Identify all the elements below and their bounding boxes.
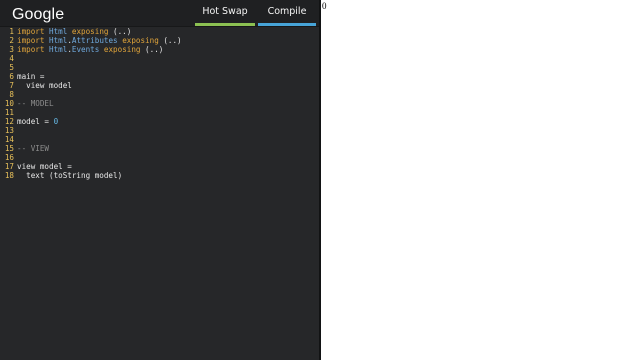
code-line[interactable]: 2 import Html.Attributes exposing (..) (0, 36, 319, 45)
line-number: 8 (9, 90, 14, 99)
code-token: 0 (53, 117, 59, 126)
code-token: main = (17, 72, 45, 81)
code-token: (..) (158, 36, 182, 45)
line-number: 1 (9, 27, 14, 36)
line-number: 7 (9, 81, 14, 90)
app-root: Google Hot Swap Compile 1 import Html exp… (0, 0, 640, 360)
code-line[interactable]: 12 model = 0 (0, 117, 319, 126)
code-token: view model (17, 81, 72, 90)
code-line[interactable]: 18 text (toString model) (0, 171, 319, 180)
code-token: exposing (71, 27, 109, 36)
line-number: 16 (4, 153, 14, 162)
code-token: Events (71, 45, 100, 54)
line-number: 2 (9, 36, 14, 45)
output-text: 0 (322, 1, 327, 11)
line-number: 3 (9, 45, 14, 54)
line-number: 13 (4, 126, 14, 135)
line-number: 10 (4, 99, 14, 108)
code-line[interactable]: 11 (0, 108, 319, 117)
top-bar: Google Hot Swap Compile (0, 0, 319, 27)
code-token: Html (49, 36, 68, 45)
output-pane: 0 (321, 0, 640, 360)
code-line[interactable]: 14 (0, 135, 319, 144)
code-token: exposing (103, 45, 141, 54)
code-token: -- VIEW (17, 144, 50, 153)
code-line[interactable]: 6 main = (0, 72, 319, 81)
code-token: (..) (140, 45, 164, 54)
code-line[interactable]: 10 -- MODEL (0, 99, 319, 108)
code-line[interactable]: 16 (0, 153, 319, 162)
line-number: 12 (4, 117, 14, 126)
code-token: -- MODEL (17, 99, 54, 108)
google-logo: Google (12, 6, 65, 23)
code-token: exposing (122, 36, 159, 45)
code-line[interactable]: 5 (0, 63, 319, 72)
code-token: Html (49, 45, 68, 54)
line-number: 17 (4, 162, 14, 171)
code-token: (..) (108, 27, 132, 36)
hot-swap-button[interactable]: Hot Swap (195, 0, 255, 26)
code-token: text (toString model) (17, 171, 123, 180)
code-line[interactable]: 1 import Html exposing (..) (0, 27, 319, 36)
code-line[interactable]: 3 import Html.Events exposing (..) (0, 45, 319, 54)
line-number: 5 (9, 63, 14, 72)
code-line[interactable]: 4 (0, 54, 319, 63)
line-number: 4 (9, 54, 14, 63)
compile-button[interactable]: Compile (258, 0, 316, 26)
line-number: 11 (4, 108, 14, 117)
code-token: view model = (17, 162, 72, 171)
code-line[interactable]: 8 (0, 90, 319, 99)
code-token: Attributes (71, 36, 118, 45)
code-editor[interactable]: 1 import Html exposing (..) 2 import Html.A… (0, 27, 319, 180)
line-number: 15 (4, 144, 14, 153)
code-line[interactable]: 15 -- VIEW (0, 144, 319, 153)
code-line[interactable]: 13 (0, 126, 319, 135)
code-line[interactable]: 7 view model (0, 81, 319, 90)
code-line[interactable]: 17 view model = (0, 162, 319, 171)
code-token: import (17, 36, 45, 45)
line-number: 14 (4, 135, 14, 144)
line-number: 18 (4, 171, 14, 180)
code-token: model = (17, 117, 54, 126)
line-number: 6 (9, 72, 14, 81)
code-token: import (17, 45, 45, 54)
code-token: Html (49, 27, 68, 36)
editor-pane: Google Hot Swap Compile 1 import Html exp… (0, 0, 319, 360)
code-token: import (17, 27, 45, 36)
